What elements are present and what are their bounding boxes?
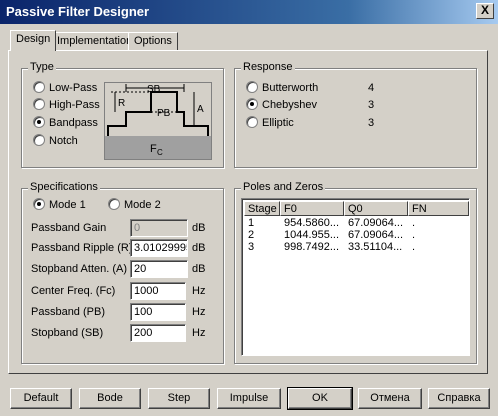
title-bar: Passive Filter Designer X xyxy=(0,0,498,24)
cell-f0: 954.5860... xyxy=(284,217,340,229)
close-icon: X xyxy=(480,3,489,17)
passband-gain-unit: dB xyxy=(192,222,206,234)
column-header-f0[interactable]: F0 xyxy=(280,201,344,216)
cell-stage: 1 xyxy=(248,217,255,229)
column-header-fn[interactable]: FN xyxy=(408,201,469,216)
response-elliptic-radio[interactable]: Elliptic xyxy=(246,116,294,130)
radio-indicator xyxy=(246,116,258,128)
radio-indicator xyxy=(246,98,258,110)
fc-label: F xyxy=(150,143,157,155)
passband-label: Passband (PB) xyxy=(31,306,105,318)
specifications-group-label: Specifications xyxy=(28,181,100,193)
tab-implementation[interactable]: Implementation xyxy=(51,32,139,50)
center-freq-label: Center Freq. (Fc) xyxy=(31,285,116,297)
passband-gain-label: Passband Gain xyxy=(31,222,107,234)
center-freq-input[interactable]: 1000 xyxy=(130,282,186,300)
radio-indicator xyxy=(33,116,45,128)
passband-input[interactable]: 100 xyxy=(130,303,186,321)
fc-subscript: C xyxy=(157,148,163,157)
tab-options[interactable]: Options xyxy=(128,32,178,50)
window-title: Passive Filter Designer xyxy=(6,4,150,19)
cell-f0: 998.7492... xyxy=(284,241,340,253)
column-header-stage[interactable]: Stage xyxy=(244,201,280,216)
response-butterworth-radio[interactable]: Butterworth xyxy=(246,81,318,95)
type-bandpass-radio[interactable]: Bandpass xyxy=(33,116,98,130)
default-button[interactable]: Default xyxy=(10,388,72,409)
sb-label: SB xyxy=(147,84,161,95)
cell-f0: 1044.955... xyxy=(284,229,340,241)
passband-ripple-input[interactable]: 3.01029995 xyxy=(130,239,188,257)
chebyshev-order: 3 xyxy=(368,99,375,111)
radio-indicator xyxy=(33,81,45,93)
type-low-pass-radio[interactable]: Low-Pass xyxy=(33,81,97,95)
cell-q0: 33.51104... xyxy=(348,241,403,253)
poles-zeros-list[interactable]: Stage F0 Q0 FN 1 954.5860... 67.09064...… xyxy=(241,198,470,356)
radio-indicator xyxy=(33,98,45,110)
stopband-atten-input[interactable]: 20 xyxy=(130,260,188,278)
a-label: A xyxy=(197,104,204,115)
column-header-q0[interactable]: Q0 xyxy=(344,201,408,216)
passband-unit: Hz xyxy=(192,306,206,318)
cell-fn: . xyxy=(412,217,416,229)
cancel-button[interactable]: Отмена xyxy=(358,388,422,409)
tab-design[interactable]: Design xyxy=(10,30,57,51)
type-notch-radio[interactable]: Notch xyxy=(33,134,78,148)
ok-button[interactable]: OK xyxy=(287,387,353,410)
cell-stage: 2 xyxy=(248,229,255,241)
bode-button[interactable]: Bode xyxy=(79,388,141,409)
center-freq-unit: Hz xyxy=(192,285,206,297)
stopband-label: Stopband (SB) xyxy=(31,327,104,339)
radio-indicator xyxy=(33,198,45,210)
stopband-unit: Hz xyxy=(192,327,206,339)
cell-fn: . xyxy=(412,241,416,253)
response-chebyshev-radio[interactable]: Chebyshev xyxy=(246,98,317,112)
mode2-radio[interactable]: Mode 2 xyxy=(108,198,161,212)
mode1-radio[interactable]: Mode 1 xyxy=(33,198,86,212)
passband-gain-input[interactable]: 0 xyxy=(130,219,188,237)
radio-indicator xyxy=(246,81,258,93)
filter-response-diagram: SB PB R A F C xyxy=(104,82,212,160)
step-button[interactable]: Step xyxy=(148,388,210,409)
impulse-button[interactable]: Impulse xyxy=(217,388,281,409)
elliptic-order: 3 xyxy=(368,117,375,129)
type-high-pass-radio[interactable]: High-Pass xyxy=(33,98,100,112)
cell-q0: 67.09064... xyxy=(348,217,404,229)
stopband-atten-label: Stopband Atten. (A) xyxy=(31,263,128,275)
poles-zeros-group-label: Poles and Zeros xyxy=(241,181,326,193)
type-group-label: Type xyxy=(28,61,56,73)
radio-indicator xyxy=(108,198,120,210)
cell-fn: . xyxy=(412,229,416,241)
passband-ripple-unit: dB xyxy=(192,242,206,254)
close-button[interactable]: X xyxy=(476,3,494,19)
passband-ripple-label: Passband Ripple (R) xyxy=(31,242,133,254)
stopband-atten-unit: dB xyxy=(192,263,206,275)
cell-stage: 3 xyxy=(248,241,255,253)
cell-q0: 67.09064... xyxy=(348,229,404,241)
butterworth-order: 4 xyxy=(368,82,375,94)
r-label: R xyxy=(118,98,125,109)
stopband-input[interactable]: 200 xyxy=(130,324,186,342)
radio-indicator xyxy=(33,134,45,146)
pb-label: PB xyxy=(157,108,171,119)
help-button[interactable]: Справка xyxy=(428,388,490,409)
response-group-label: Response xyxy=(241,61,295,73)
